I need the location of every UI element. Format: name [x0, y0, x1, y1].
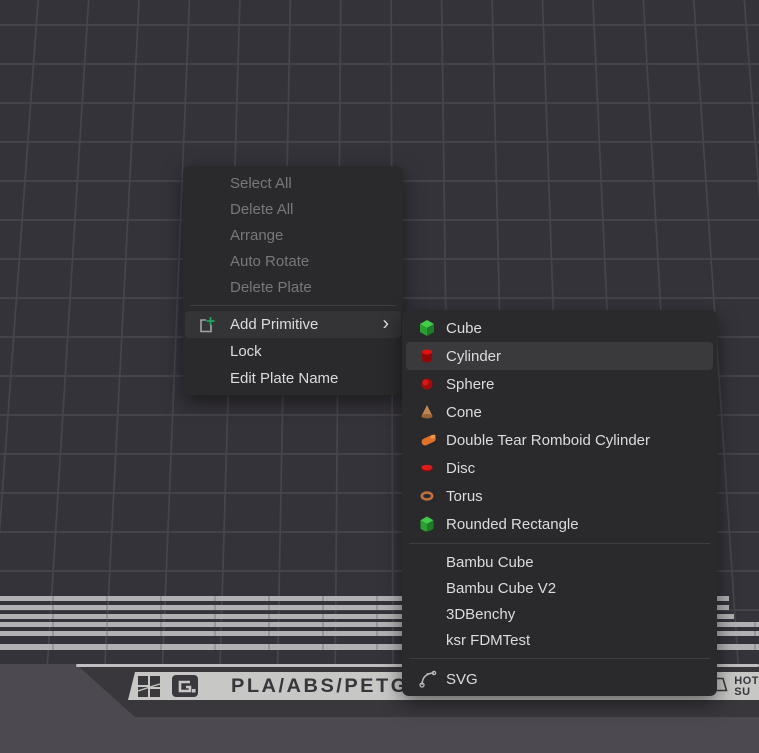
cone-icon — [418, 403, 436, 421]
menu-item-add-primitive[interactable]: Add Primitive › — [185, 311, 401, 338]
submenu-item-bambu-cube[interactable]: Bambu Cube — [402, 549, 717, 575]
chevron-right-icon: › — [383, 314, 389, 333]
submenu-item-disc[interactable]: Disc — [402, 454, 717, 482]
3d-viewport[interactable]: PLA/ABS/PETG HOT SU Select All Delete Al… — [0, 0, 759, 753]
menu-item-arrange[interactable]: Arrange — [183, 222, 403, 248]
submenu-item-bambu-cube-v2[interactable]: Bambu Cube V2 — [402, 575, 717, 601]
submenu-item-cube[interactable]: Cube — [402, 314, 717, 342]
submenu-item-double-tear-romboid-cylinder[interactable]: Double Tear Romboid Cylinder — [402, 426, 717, 454]
submenu-separator — [409, 658, 710, 659]
cylinder-icon — [418, 347, 436, 365]
romboid-cylinder-icon — [418, 431, 438, 449]
bezier-curve-icon — [418, 669, 438, 689]
menu-item-edit-plate-name[interactable]: Edit Plate Name — [183, 365, 403, 392]
bambu-logo-icon — [137, 675, 162, 698]
submenu-separator — [409, 543, 710, 544]
submenu-item-sphere[interactable]: Sphere — [402, 370, 717, 398]
submenu-item-ksr-fdmtest[interactable]: ksr FDMTest — [402, 627, 717, 653]
add-primitive-submenu: Cube Cylinder Sphere Cone Double Tear Ro… — [402, 310, 717, 696]
menu-item-select-all[interactable]: Select All — [183, 170, 403, 196]
submenu-item-torus[interactable]: Torus — [402, 482, 717, 510]
menu-item-delete-plate[interactable]: Delete Plate — [183, 274, 403, 300]
plate-material-label: PLA/ABS/PETG — [231, 675, 409, 697]
add-primitive-icon — [197, 315, 216, 334]
menu-separator — [190, 305, 396, 306]
submenu-item-cylinder[interactable]: Cylinder — [406, 342, 713, 370]
menu-item-auto-rotate[interactable]: Auto Rotate — [183, 248, 403, 274]
submenu-item-svg[interactable]: SVG — [402, 664, 717, 694]
sphere-icon — [418, 375, 436, 393]
submenu-item-cone[interactable]: Cone — [402, 398, 717, 426]
menu-item-delete-all[interactable]: Delete All — [183, 196, 403, 222]
submenu-item-rounded-rectangle[interactable]: Rounded Rectangle — [402, 510, 717, 538]
disc-icon — [418, 459, 436, 477]
torus-icon — [418, 487, 436, 505]
submenu-item-3dbenchy[interactable]: 3DBenchy — [402, 601, 717, 627]
plate-corner-text: HOT SU — [734, 676, 759, 697]
menu-item-lock[interactable]: Lock — [183, 338, 403, 365]
rounded-rectangle-icon — [418, 515, 436, 533]
cube-icon — [418, 319, 436, 337]
printer-series-logo-icon — [171, 674, 199, 698]
context-menu: Select All Delete All Arrange Auto Rotat… — [183, 166, 403, 395]
